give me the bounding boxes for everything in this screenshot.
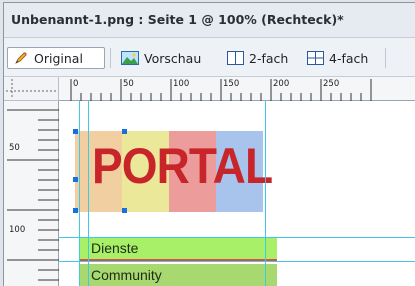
ruler-corner[interactable]: [4, 77, 59, 101]
ruler-label: 200: [273, 79, 289, 89]
menu-item-label: Community: [91, 267, 162, 283]
image-icon: [121, 51, 139, 65]
window-title: Unbenannt-1.png : Seite 1 @ 100% (Rechte…: [11, 12, 344, 27]
canvas-area: 0 50 100 150 200 250 50 100 PORTAL Dienste Com…: [4, 77, 415, 286]
preview-view-label: Vorschau: [144, 50, 202, 66]
two-panel-icon: [227, 51, 244, 65]
original-view-label: Original: [34, 50, 83, 66]
ruler-label: 100: [9, 225, 25, 235]
four-panel-icon: [307, 51, 324, 65]
vertical-ruler[interactable]: 50 100: [4, 101, 59, 286]
ruler-label: 0: [73, 79, 78, 89]
guide-horizontal[interactable]: [59, 261, 415, 262]
ruler-label: 50: [123, 79, 134, 89]
ruler-label: 100: [173, 79, 189, 89]
guide-vertical[interactable]: [88, 101, 89, 286]
pencil-icon: [13, 50, 29, 66]
view-toolbar: Original Vorschau 2-fach 4-fach: [4, 38, 415, 77]
original-view-button[interactable]: Original: [7, 47, 105, 69]
canvas-page[interactable]: PORTAL Dienste Community: [59, 101, 415, 286]
menu-bar-community[interactable]: Community: [79, 264, 277, 286]
guide-horizontal[interactable]: [59, 237, 415, 238]
guide-vertical[interactable]: [265, 101, 266, 286]
menu-item-label: Dienste: [91, 240, 139, 256]
two-up-view-label: 2-fach: [249, 50, 289, 66]
toolbar-separator: [110, 48, 111, 68]
ruler-label: 250: [323, 79, 339, 89]
selection-handle[interactable]: [122, 129, 127, 134]
guide-vertical[interactable]: [79, 101, 80, 286]
selection-handle[interactable]: [73, 177, 78, 182]
four-up-view-button[interactable]: 4-fach: [302, 47, 373, 69]
selection-handle[interactable]: [122, 208, 127, 213]
menu-bar-dienste[interactable]: Dienste: [79, 237, 277, 259]
selection-handle[interactable]: [73, 208, 78, 213]
two-up-view-button[interactable]: 2-fach: [222, 47, 293, 69]
title-bar[interactable]: Unbenannt-1.png : Seite 1 @ 100% (Rechte…: [4, 3, 415, 38]
selection-handle[interactable]: [73, 129, 78, 134]
ruler-label: 150: [223, 79, 239, 89]
horizontal-ruler[interactable]: 0 50 100 150 200 250: [59, 77, 415, 101]
preview-view-button[interactable]: Vorschau: [116, 47, 206, 69]
four-up-view-label: 4-fach: [329, 50, 369, 66]
toolbar-separator: [385, 48, 386, 68]
ruler-label: 50: [9, 143, 20, 153]
portal-logo-text: PORTAL: [92, 138, 273, 194]
fireworks-document-window: Unbenannt-1.png : Seite 1 @ 100% (Rechte…: [3, 2, 415, 286]
